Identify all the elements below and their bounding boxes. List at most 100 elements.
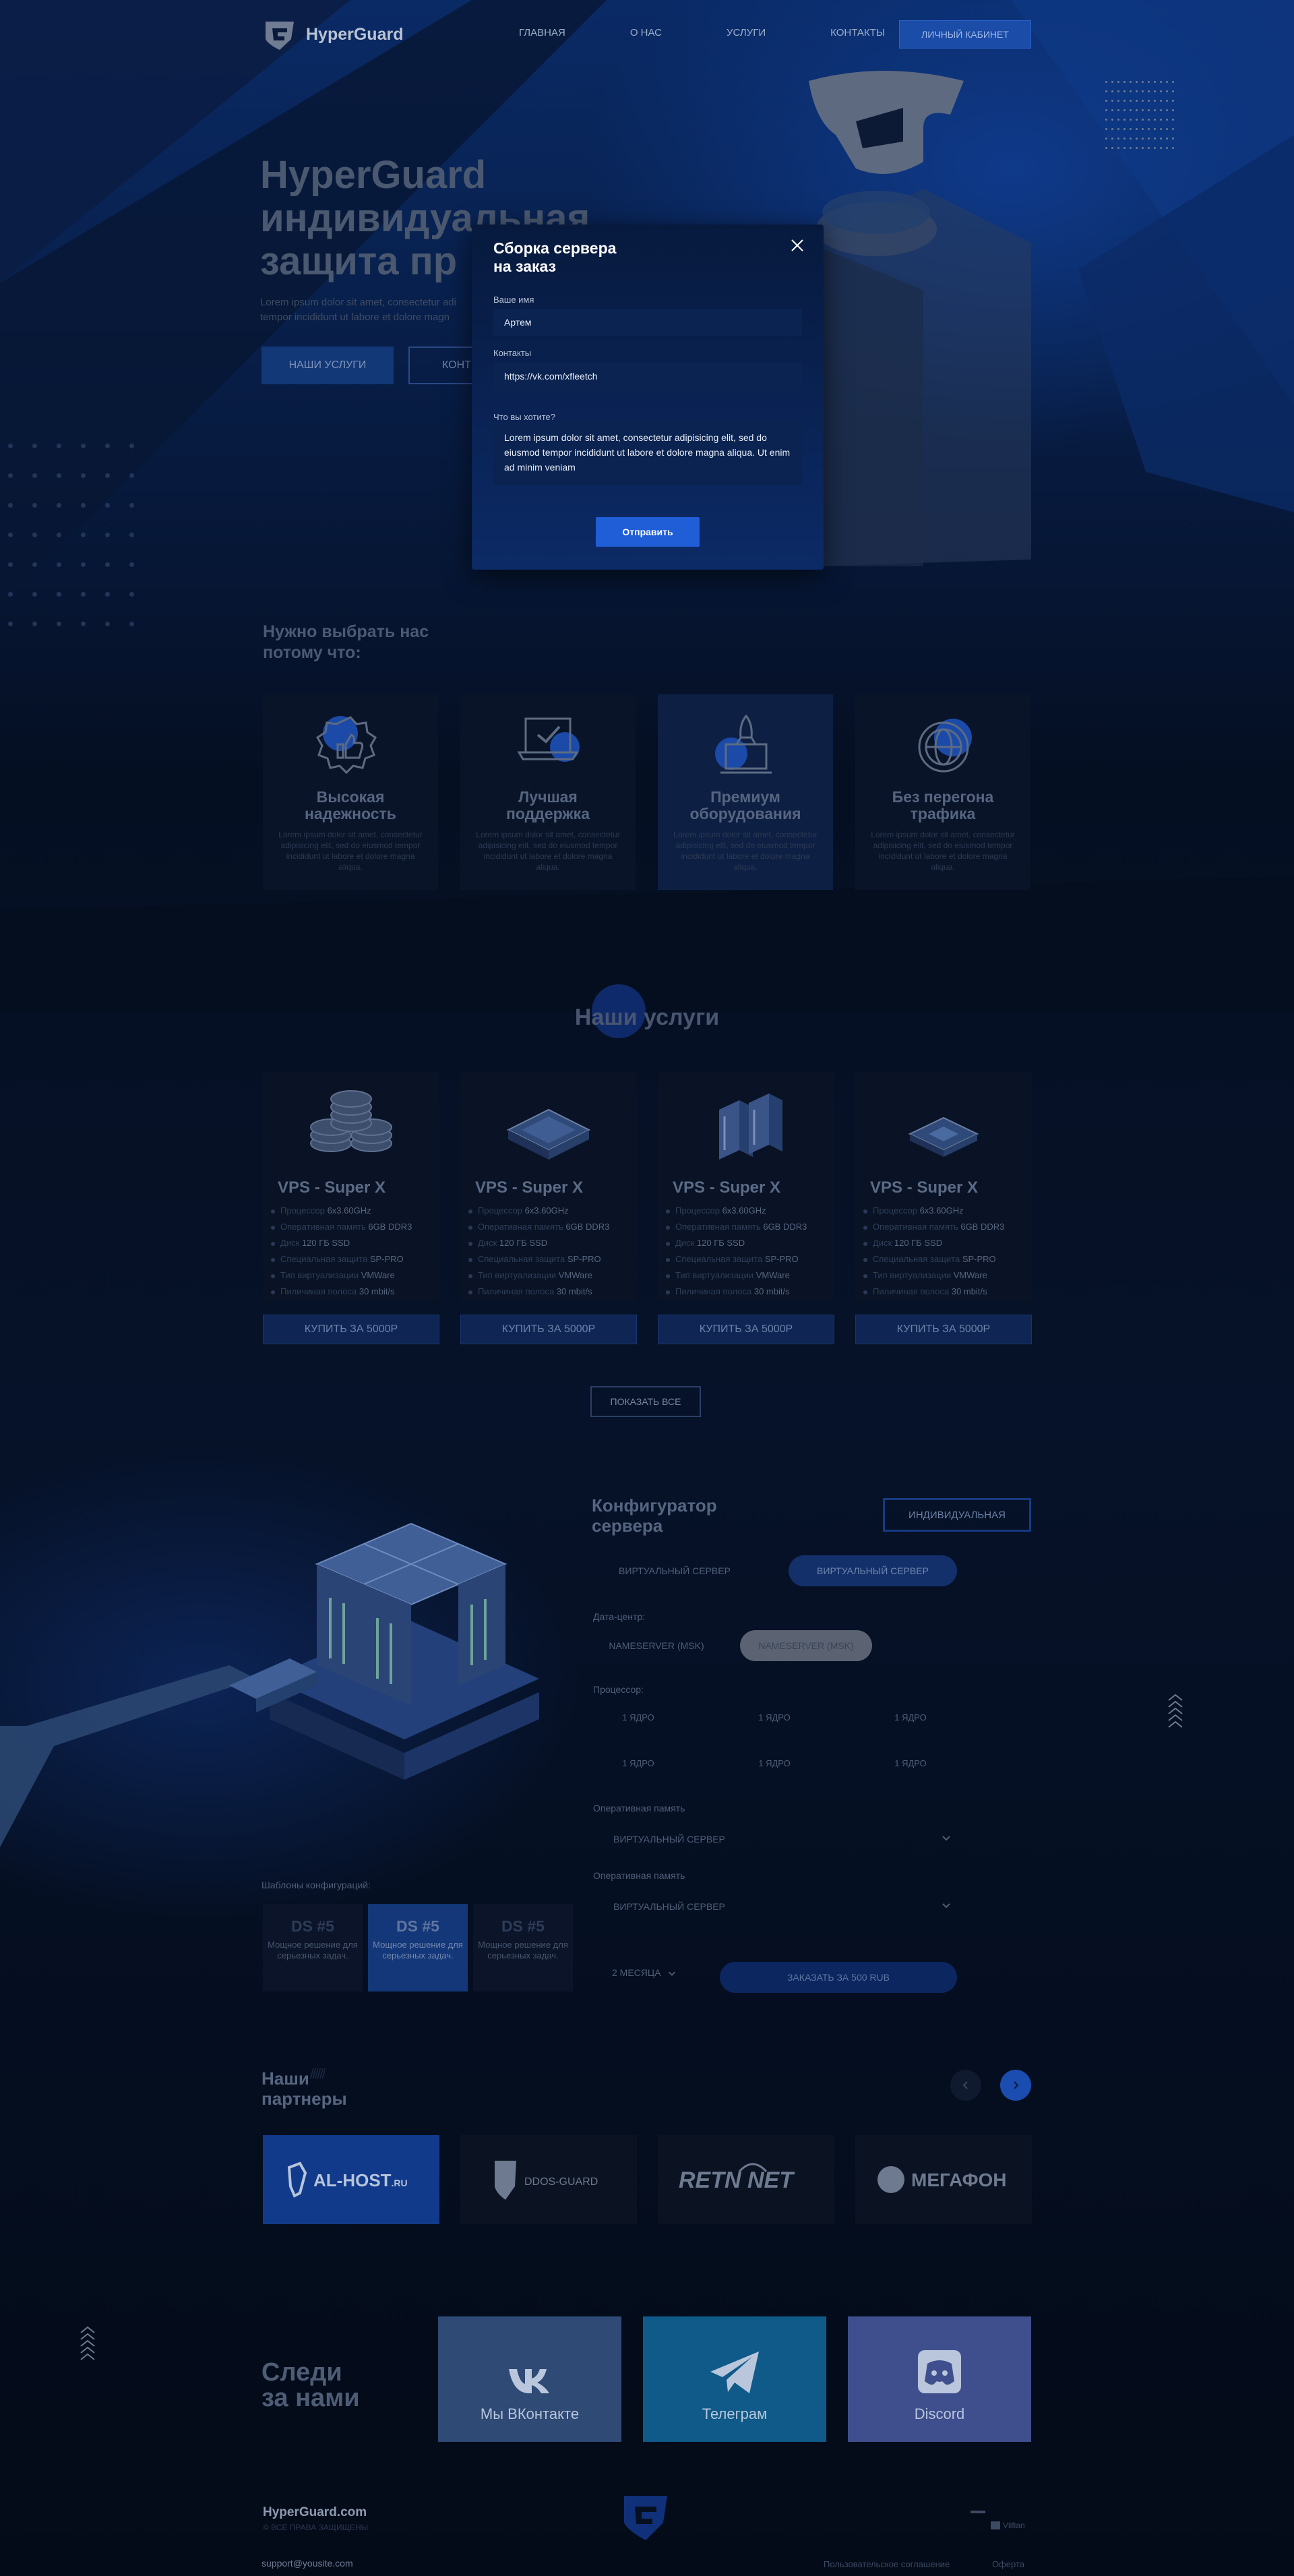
cabinet-button[interactable]: ЛИЧНЫЙ КАБИНЕТ: [899, 20, 1031, 49]
decor-dot: [32, 562, 37, 567]
decor-dot: [1130, 109, 1132, 111]
why-card-text: Lorem ipsum dolor sit amet, consectetur …: [871, 830, 1015, 872]
decor-dot: [1123, 109, 1126, 111]
buy-button[interactable]: КУПИТЬ ЗА 5000Р: [658, 1315, 834, 1344]
contacts-input[interactable]: https://vk.com/xfleetch: [493, 363, 802, 390]
partner-card[interactable]: AL-HOST.RU: [263, 2135, 439, 2224]
close-icon[interactable]: [790, 238, 805, 253]
buy-button[interactable]: КУПИТЬ ЗА 5000Р: [855, 1315, 1032, 1344]
buy-button[interactable]: КУПИТЬ ЗА 5000Р: [460, 1315, 637, 1344]
spec-value: 120 ГБ SSD: [301, 1238, 350, 1248]
spec-label: Тип виртуализации: [478, 1270, 557, 1280]
spec-row: Тип виртуализации VMWare: [666, 1267, 838, 1284]
services-title: Наши услуги: [574, 1005, 720, 1030]
cpu-option[interactable]: 1 ЯДРО: [601, 1758, 675, 1768]
decor-dot: [1160, 90, 1162, 92]
dc-option-selected[interactable]: NAMESERVER (MSK): [740, 1630, 872, 1661]
service-specs: Процессор 6x3.60GHz Оперативная память 6…: [666, 1203, 838, 1300]
partner-card[interactable]: DDOS-GUARD: [460, 2135, 637, 2224]
configurator-title-line1: Конфигуратор: [592, 1495, 717, 1516]
spec-label: Специальная защита: [478, 1254, 565, 1264]
spec-label: Оперативная память: [675, 1222, 761, 1232]
offer-link[interactable]: Оферта: [992, 2559, 1024, 2569]
template-name: DS #5: [396, 1917, 439, 1935]
decor-dot: [1123, 119, 1126, 121]
terms-link[interactable]: Пользовательское соглашение: [824, 2559, 950, 2569]
ram-select[interactable]: ВИРТУАЛЬНЫЙ СЕРВЕР: [597, 1827, 952, 1851]
decor-dot: [1136, 128, 1138, 130]
decor-dot: [1148, 90, 1150, 92]
decor-dot: [1148, 138, 1150, 140]
cpu-option[interactable]: 1 ЯДРО: [737, 1712, 811, 1723]
why-card-heading: Лучшая поддержка: [467, 789, 629, 822]
decor-dot: [1172, 81, 1174, 83]
nav-item-home[interactable]: ГЛАВНАЯ: [519, 27, 565, 38]
nav-item-contacts[interactable]: КОНТАКТЫ: [830, 27, 885, 38]
decor-dot: [8, 622, 13, 626]
decor-dot: [1154, 100, 1156, 102]
telegram-card[interactable]: Телеграм: [643, 2316, 826, 2442]
cpu-option[interactable]: 1 ЯДРО: [601, 1712, 675, 1723]
decor-dot: [1105, 147, 1107, 149]
type-option-virtual[interactable]: ВИРТУАЛЬНЫЙ СЕРВЕР: [590, 1555, 759, 1586]
service-specs: Процессор 6x3.60GHz Оперативная память 6…: [271, 1203, 443, 1300]
logo[interactable]: HyperGuard: [263, 19, 403, 50]
cpu-option[interactable]: 1 ЯДРО: [873, 1758, 948, 1768]
cpu-option[interactable]: 1 ЯДРО: [737, 1758, 811, 1768]
show-all-button[interactable]: ПОКАЗАТЬ ВСЕ: [590, 1386, 701, 1417]
spec-value: 6x3.60GHz: [524, 1205, 569, 1216]
discord-card[interactable]: Discord: [848, 2316, 1031, 2442]
decor-dot: [1105, 128, 1107, 130]
template-card[interactable]: DS #5 Мощное решение для серьезных задач…: [263, 1904, 363, 1991]
why-card-heading-line2: поддержка: [506, 805, 590, 822]
footer-logo-icon: [624, 2496, 667, 2540]
footer-email[interactable]: support@yousite.com: [261, 2558, 353, 2569]
template-card[interactable]: DS #5 Мощное решение для серьезных задач…: [473, 1904, 573, 1991]
nav-item-about[interactable]: О НАС: [630, 27, 662, 38]
footer-site[interactable]: HyperGuard.com: [263, 2505, 367, 2520]
template-name: DS #5: [501, 1917, 545, 1935]
submit-button[interactable]: Отправить: [596, 517, 700, 547]
period-select[interactable]: 2 МЕСЯЦА: [612, 1967, 677, 1978]
svg-text:AL-HOST.RU: AL-HOST.RU: [313, 2170, 408, 2190]
name-input[interactable]: Артем: [493, 309, 802, 336]
spec-row: Тип виртуализации VMWare: [468, 1267, 641, 1284]
decor-dot: [1172, 138, 1174, 140]
spec-row: Диск 120 ГБ SSD: [863, 1235, 1036, 1251]
order-button[interactable]: ЗАКАЗАТЬ ЗА 500 RUB: [720, 1962, 957, 1993]
individual-button[interactable]: ИНДИВИДУАЛЬНАЯ: [883, 1498, 1031, 1532]
decor-dot: [57, 562, 61, 567]
template-desc: Мощное решение для серьезных задач.: [268, 1940, 358, 1960]
decor-dot: [57, 444, 61, 448]
decor-dot: [81, 473, 86, 478]
decor-dot: [1111, 100, 1113, 102]
spec-label: Пиличиная полоса: [675, 1286, 752, 1296]
nav-item-services[interactable]: УСЛУГИ: [727, 27, 766, 38]
spec-label: Пиличиная полоса: [280, 1286, 357, 1296]
partners-next-button[interactable]: [1000, 2070, 1031, 2101]
developer-credit[interactable]: Vlifian: [964, 2507, 1031, 2534]
type-option-virtual-selected[interactable]: ВИРТУАЛЬНЫЙ СЕРВЕР: [789, 1555, 957, 1586]
spec-row: Оперативная память 6GB DDR3: [271, 1219, 443, 1235]
decor-dot: [1105, 100, 1107, 102]
dc-option[interactable]: NAMESERVER (MSK): [590, 1630, 722, 1661]
buy-button[interactable]: КУПИТЬ ЗА 5000Р: [263, 1315, 439, 1344]
datacenter-label: Дата-центр:: [593, 1611, 646, 1622]
partners-prev-button[interactable]: [950, 2070, 981, 2101]
ram-select-2[interactable]: ВИРТУАЛЬНЫЙ СЕРВЕР: [597, 1894, 952, 1919]
spec-label: Оперативная память: [478, 1222, 563, 1232]
developer-name: Vlifian: [1003, 2521, 1025, 2530]
cpu-option[interactable]: 1 ЯДРО: [873, 1712, 948, 1723]
partner-card[interactable]: МЕГАФОН: [855, 2135, 1032, 2224]
wish-textarea[interactable]: Lorem ipsum dolor sit amet, consectetur …: [493, 421, 802, 485]
template-card-selected[interactable]: DS #5 Мощное решение для серьезных задач…: [368, 1904, 468, 1991]
cpu-label: Процессор:: [593, 1684, 644, 1695]
telegram-label: Телеграм: [702, 2405, 768, 2422]
decor-dot: [1105, 109, 1107, 111]
al-host-logo: AL-HOST.RU: [287, 2161, 408, 2198]
spec-label: Диск: [280, 1238, 300, 1248]
partner-card[interactable]: RETN NET: [658, 2135, 834, 2224]
decor-dot: [1105, 138, 1107, 140]
vk-card[interactable]: Мы ВКонтакте: [438, 2316, 621, 2442]
services-button[interactable]: НАШИ УСЛУГИ: [261, 347, 394, 384]
